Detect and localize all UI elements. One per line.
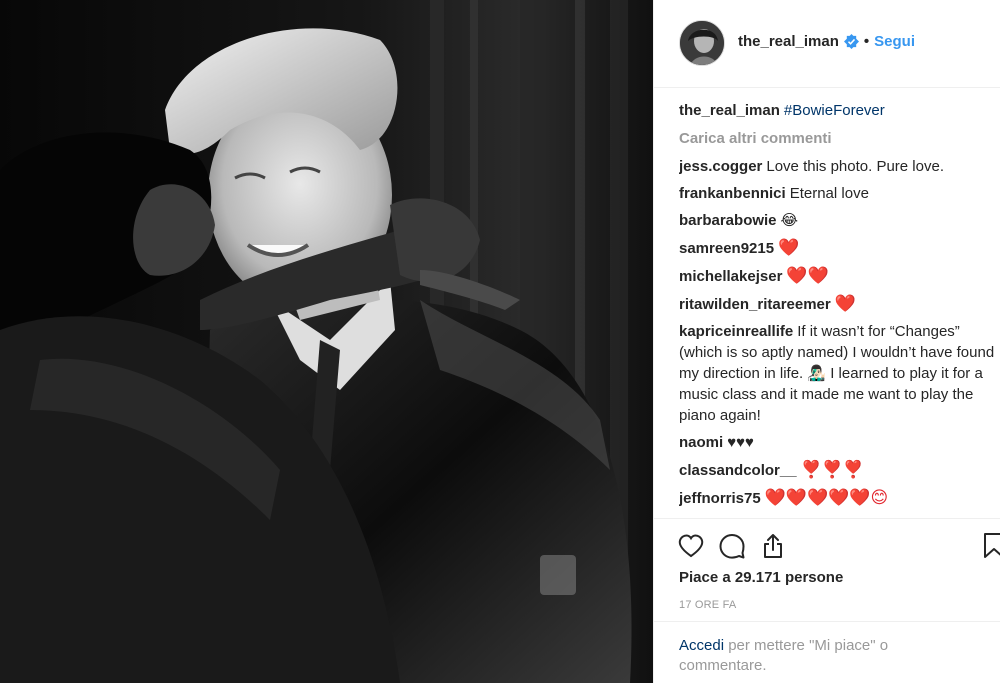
- comment-text: ❣️❣️❣️: [800, 460, 865, 479]
- post-timestamp[interactable]: 17 ORE FA: [679, 599, 736, 611]
- separator-dot: •: [863, 33, 870, 50]
- load-more-comments-button[interactable]: Carica altri commenti: [679, 130, 999, 147]
- comment-username[interactable]: jeffnorris75: [679, 490, 761, 507]
- action-icons-row: [676, 531, 788, 561]
- post-actions: Piace a 29.171 persone 17 ORE FA Accedi …: [654, 518, 1000, 683]
- comment-text: ♥♥♥: [727, 434, 754, 451]
- bookmark-icon[interactable]: [980, 531, 1000, 561]
- caption-username[interactable]: the_real_iman: [679, 102, 780, 119]
- comment-username[interactable]: ritawilden_ritareemer: [679, 296, 831, 313]
- share-icon[interactable]: [758, 531, 788, 561]
- comment-item: ritawilden_ritareemer ❤️: [679, 293, 999, 315]
- comment-item: barbarabowie 😂: [679, 210, 999, 231]
- comment-username[interactable]: jess.cogger: [679, 158, 762, 175]
- comment-item: frankanbennici Eternal love: [679, 183, 999, 204]
- comment-text: ❤️❤️❤️❤️❤️😊: [764, 488, 889, 507]
- comment-item: kapriceinreallife If it wasn’t for “Chang…: [679, 321, 999, 426]
- login-prompt-text: Accedi per mettere "Mi piace" o commenta…: [679, 636, 959, 676]
- comment-item: michellakejser ❤️❤️: [679, 265, 999, 287]
- post-header: the_real_iman • Segui: [654, 0, 1000, 88]
- post-photo-image: [0, 0, 653, 683]
- comment-item: classandcolor__ ❣️❣️❣️: [679, 459, 999, 481]
- comment-item: jeffnorris75 ❤️❤️❤️❤️❤️😊: [679, 487, 999, 509]
- verified-badge-icon: [843, 34, 859, 49]
- comment-username[interactable]: kapriceinreallife: [679, 323, 793, 340]
- comment-username[interactable]: classandcolor__: [679, 462, 797, 479]
- post-details-panel: the_real_iman • Segui the_real_iman #Bowi…: [653, 0, 1000, 683]
- login-prompt: Accedi per mettere "Mi piace" o commenta…: [654, 621, 1000, 683]
- comment-text: Eternal love: [789, 185, 869, 202]
- comment-text: 😂: [780, 212, 799, 229]
- avatar-image: [680, 21, 724, 65]
- comment-username[interactable]: barbarabowie: [679, 212, 777, 229]
- caption-hashtag[interactable]: #BowieForever: [784, 102, 885, 119]
- follow-button[interactable]: Segui: [874, 33, 915, 50]
- post-author-username[interactable]: the_real_iman: [738, 33, 839, 50]
- comment-text: ❤️❤️: [786, 266, 829, 285]
- comment-item: naomi ♥♥♥: [679, 432, 999, 453]
- post-author-row: the_real_iman • Segui: [738, 33, 915, 50]
- comment-text: Love this photo. Pure love.: [766, 158, 944, 175]
- comments-list[interactable]: the_real_iman #BowieForever Carica altri …: [679, 100, 999, 518]
- post-photo[interactable]: [0, 0, 653, 683]
- likes-prefix: Piace a: [679, 569, 731, 586]
- comment-username[interactable]: samreen9215: [679, 240, 774, 257]
- avatar[interactable]: [679, 20, 725, 66]
- likes-count: 29.171: [734, 569, 781, 586]
- comment-username[interactable]: naomi: [679, 434, 723, 451]
- comment-item: samreen9215 ❤️: [679, 237, 999, 259]
- comment-text: ❤️: [834, 294, 856, 313]
- post-caption: the_real_iman #BowieForever: [679, 100, 999, 121]
- heart-icon[interactable]: [676, 531, 706, 561]
- comment-username[interactable]: michellakejser: [679, 268, 782, 285]
- likes-suffix: persone: [784, 569, 844, 586]
- comment-item: jess.cogger Love this photo. Pure love.: [679, 156, 999, 177]
- comment-username[interactable]: frankanbennici: [679, 185, 786, 202]
- login-link[interactable]: Accedi: [679, 637, 724, 654]
- comment-text: ❤️: [778, 238, 800, 257]
- comment-icon[interactable]: [717, 531, 747, 561]
- likes-summary[interactable]: Piace a 29.171 persone: [679, 569, 843, 586]
